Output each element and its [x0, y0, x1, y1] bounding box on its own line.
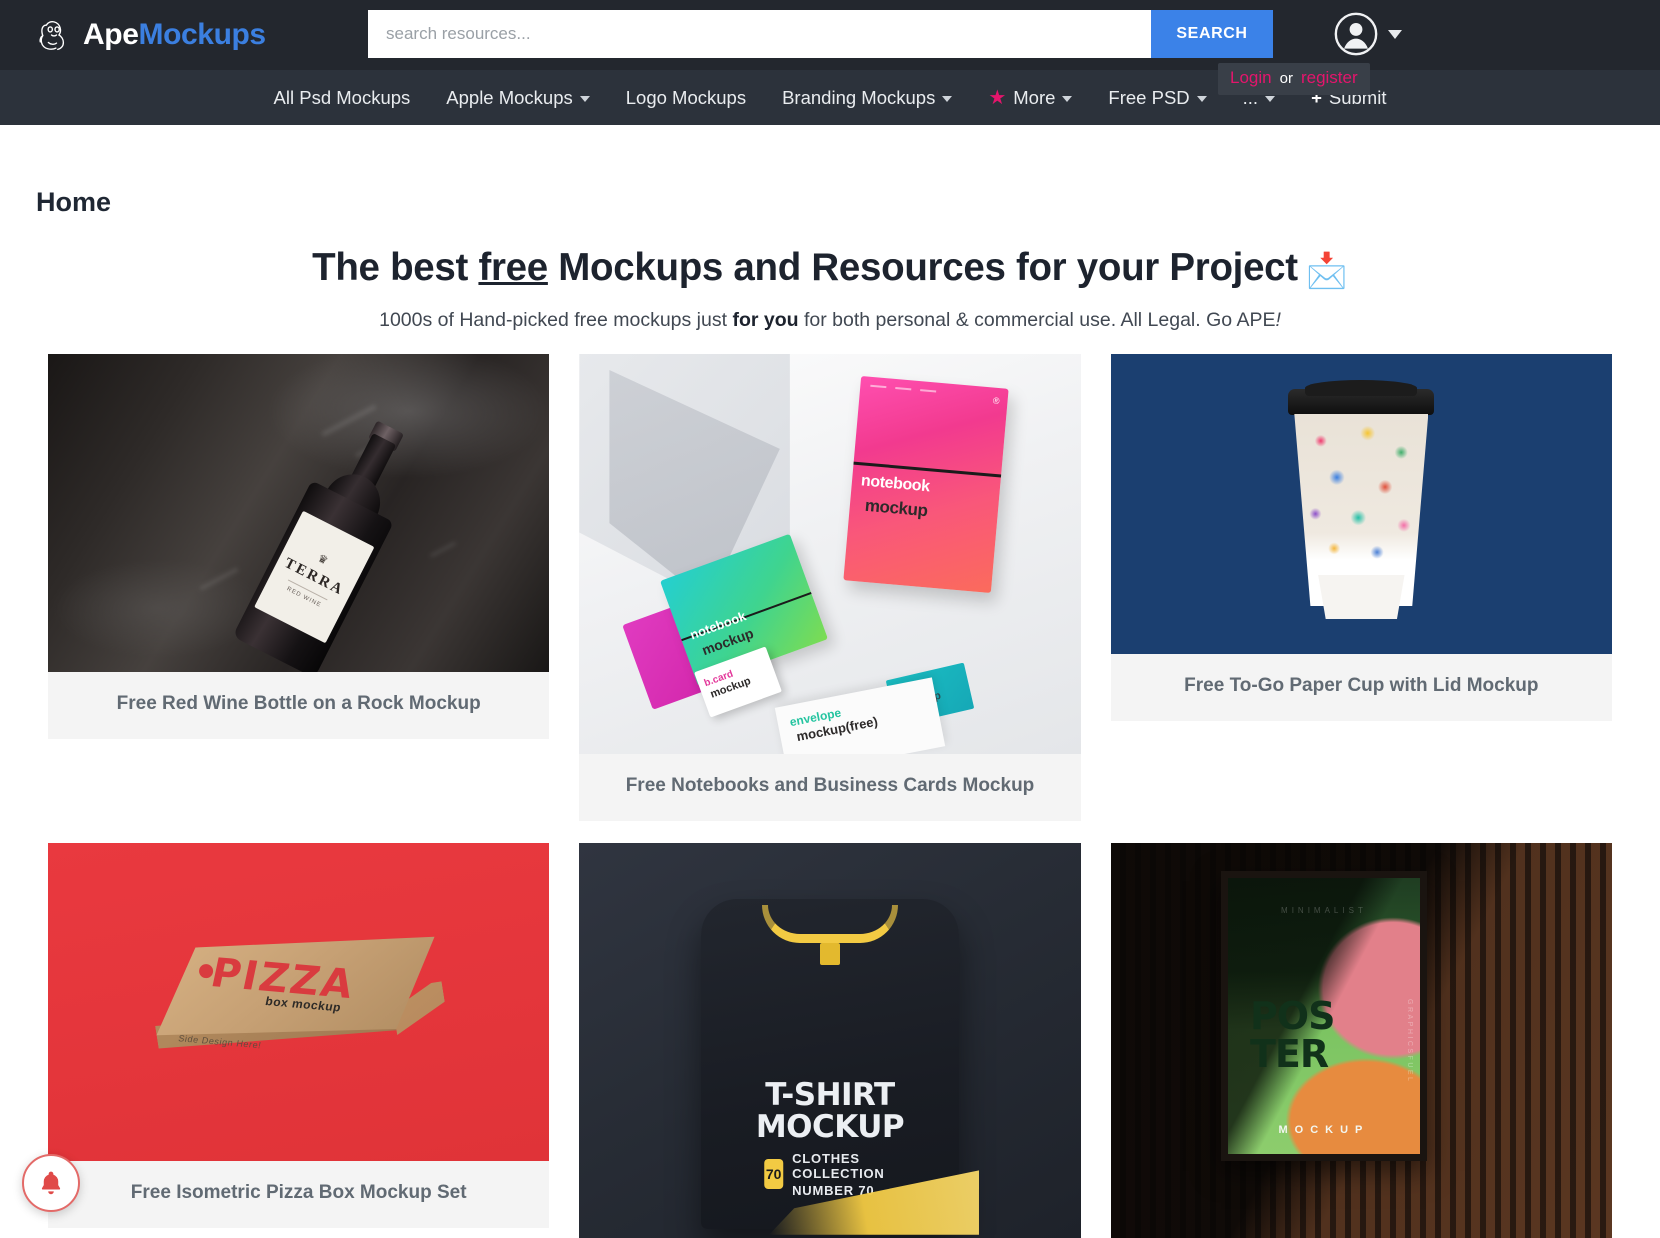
registered-mark-icon: ®	[992, 395, 1001, 407]
notification-bell-button[interactable]	[22, 1154, 80, 1212]
auth-tooltip: Login or register	[1218, 63, 1370, 95]
headline-free: free	[478, 246, 548, 289]
bottle-label-sub: RED WINE	[285, 586, 322, 609]
mockup-card-poster[interactable]: MINIMALIST POS TER GRAPHICSFUEL MOCKUP	[1110, 842, 1612, 1238]
mockup-card-wine-bottle[interactable]: ♛ TERRA RED WINE Free Red Wine Bottle on…	[48, 354, 550, 739]
mockup-caption[interactable]: Free Red Wine Bottle on a Rock Mockup	[48, 672, 549, 739]
poster-mockup-text: MOCKUP	[1278, 1123, 1370, 1136]
top-bar: ApeMockups SEARCH	[0, 0, 1660, 70]
paper-cup-illustration	[1288, 389, 1435, 619]
cup-lid	[1288, 389, 1435, 415]
main-nav: All Psd Mockups Apple Mockups Logo Mocku…	[0, 70, 1660, 125]
page-subtitle: 1000s of Hand-picked free mockups just f…	[0, 309, 1660, 332]
chevron-down-icon	[1265, 96, 1276, 102]
breadcrumb[interactable]: Home	[36, 187, 1660, 218]
auth-or-label: or	[1279, 70, 1293, 87]
bell-icon	[41, 1171, 61, 1195]
tshirt-sub1: CLOTHES COLLECTION	[792, 1150, 885, 1181]
poster-frame: MINIMALIST POS TER GRAPHICSFUEL MOCKUP	[1220, 870, 1427, 1161]
chevron-down-icon	[942, 96, 953, 102]
mockup-caption[interactable]: Free Notebooks and Business Cards Mockup	[579, 754, 1080, 821]
mockup-caption[interactable]: Free To-Go Paper Cup with Lid Mockup	[1111, 654, 1612, 721]
tshirt-illustration: T-SHIRT MOCKUP 70 CLOTHES COLLECTION NUM…	[700, 898, 979, 1235]
logo-text-mockups: Mockups	[138, 18, 266, 51]
chevron-down-icon	[1062, 96, 1073, 102]
chevron-down-icon	[1196, 96, 1207, 102]
poster-line2: TER	[1249, 1031, 1329, 1076]
mockup-thumbnail-notebooks[interactable]: ® notebook mockup notebook mockup b.card…	[579, 354, 1081, 754]
page-content: Home The best free Mockups and Resources…	[0, 187, 1660, 1238]
account-menu[interactable]	[1334, 12, 1402, 56]
cup-base	[1318, 575, 1405, 619]
mockup-thumbnail-tshirt[interactable]: T-SHIRT MOCKUP 70 CLOTHES COLLECTION NUM…	[579, 842, 1081, 1238]
mockup-card-notebooks[interactable]: ® notebook mockup notebook mockup b.card…	[579, 354, 1081, 821]
caret-down-icon[interactable]	[1388, 29, 1402, 39]
nav-item-logo-mockups[interactable]: Logo Mockups	[608, 70, 764, 125]
mockup-thumbnail-pizza-box[interactable]: PIZZA box mockup Side Design Here!	[48, 842, 550, 1161]
notebook-large-line1: notebook	[860, 472, 931, 496]
nav-item-free-psd[interactable]: Free PSD	[1090, 70, 1224, 125]
site-logo[interactable]: ApeMockups	[34, 14, 266, 56]
wine-bottle-illustration: ♛ TERRA RED WINE	[231, 409, 430, 672]
nav-label: More	[1013, 86, 1056, 108]
login-link[interactable]: Login	[1230, 68, 1272, 88]
mockup-caption[interactable]: Free Isometric Pizza Box Mockup Set	[48, 1161, 549, 1228]
tshirt-line2: MOCKUP	[755, 1108, 905, 1145]
poster-side-text: GRAPHICSFUEL	[1405, 999, 1413, 1084]
subtitle-part-1: 1000s of Hand-picked free mockups just	[379, 309, 733, 331]
logo-text-ape: Ape	[83, 18, 139, 51]
envelope-mockup: envelope mockup(free)	[774, 677, 946, 754]
mockup-card-paper-cup[interactable]: Free To-Go Paper Cup with Lid Mockup	[1110, 354, 1612, 721]
tshirt-badge: 70	[764, 1159, 784, 1190]
logo-text: ApeMockups	[83, 18, 266, 52]
headline-part-2: Mockups and Resources for your Project	[547, 246, 1298, 289]
register-link[interactable]: register	[1301, 68, 1358, 88]
nav-item-branding-mockups[interactable]: Branding Mockups	[764, 70, 970, 125]
poster-line1: POS	[1249, 993, 1336, 1038]
mockup-thumbnail-poster[interactable]: MINIMALIST POS TER GRAPHICSFUEL MOCKUP	[1110, 842, 1612, 1238]
mockup-thumbnail-paper-cup[interactable]	[1110, 354, 1612, 654]
nav-item-apple-mockups[interactable]: Apple Mockups	[428, 70, 607, 125]
nav-label: All Psd Mockups	[273, 86, 411, 108]
notebook-large: ® notebook mockup	[843, 375, 1010, 594]
user-avatar-icon[interactable]	[1334, 12, 1378, 56]
headline-part-1: The best	[312, 246, 479, 289]
nav-label: Logo Mockups	[625, 86, 747, 108]
notebook-large-line2: mockup	[864, 495, 929, 521]
search-form: SEARCH	[368, 10, 1273, 58]
tshirt-tag	[819, 942, 840, 965]
nav-label: Branding Mockups	[782, 86, 936, 108]
search-button[interactable]: SEARCH	[1151, 10, 1273, 58]
mockup-card-pizza-box[interactable]: PIZZA box mockup Side Design Here! Free …	[48, 842, 550, 1228]
bottle-crest-icon: ♛	[315, 552, 330, 568]
pizza-box-illustration: PIZZA box mockup Side Design Here!	[144, 910, 454, 1105]
page-title: The best free Mockups and Resources for …	[0, 246, 1660, 291]
mockup-card-tshirt[interactable]: T-SHIRT MOCKUP 70 CLOTHES COLLECTION NUM…	[579, 842, 1081, 1238]
mockup-grid: ♛ TERRA RED WINE Free Red Wine Bottle on…	[48, 354, 1612, 1238]
nav-label: Free PSD	[1108, 86, 1190, 108]
tshirt-line1: T-SHIRT	[765, 1076, 895, 1113]
search-input[interactable]	[368, 10, 1151, 58]
subtitle-part-2: for both personal & commercial use. All …	[798, 309, 1276, 331]
poster-top-text: MINIMALIST	[1281, 905, 1367, 915]
star-icon: ★	[988, 86, 1007, 109]
nav-item-more[interactable]: ★ More	[970, 70, 1090, 125]
gorilla-icon	[39, 21, 65, 51]
nav-label: Apple Mockups	[446, 86, 573, 108]
chevron-down-icon	[579, 96, 590, 102]
envelope-emoji-icon: 📩	[1305, 252, 1348, 290]
mockup-thumbnail-wine-bottle[interactable]: ♛ TERRA RED WINE	[48, 354, 550, 672]
nav-item-all-psd-mockups[interactable]: All Psd Mockups	[256, 70, 429, 125]
subtitle-bold: for you	[732, 309, 799, 331]
subtitle-italic: !	[1275, 309, 1281, 331]
tshirt-collar	[761, 904, 898, 943]
